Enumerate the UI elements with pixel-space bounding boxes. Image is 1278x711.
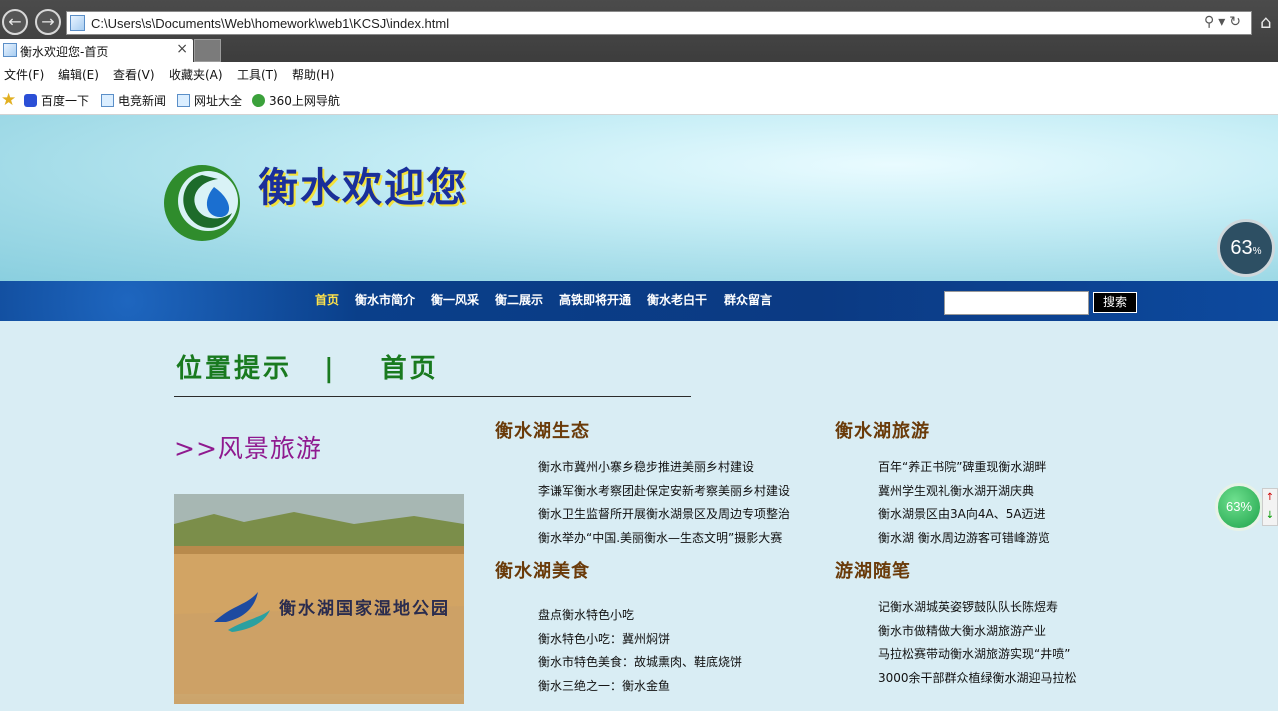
menu-file[interactable]: 文件(F) <box>4 66 44 83</box>
menu-tools[interactable]: 工具(T) <box>237 66 278 83</box>
fav-360[interactable]: 360上网导航 <box>252 92 340 109</box>
section-notes-link[interactable]: 马拉松赛带动衡水湖旅游实现“井喷” <box>878 645 1070 662</box>
section-food-link[interactable]: 衡水市特色美食：故城熏肉、鞋底烧饼 <box>538 653 742 670</box>
section-eco-link[interactable]: 衡水举办“中国.美丽衡水—生态文明”摄影大赛 <box>538 529 782 546</box>
section-food-link[interactable]: 衡水特色小吃：冀州焖饼 <box>538 630 670 647</box>
search-refresh-icons[interactable]: ⚲▾↻ <box>1204 14 1245 30</box>
menu-help[interactable]: 帮助(H) <box>292 66 334 83</box>
nav-home[interactable]: 首页 <box>315 291 339 308</box>
page-icon <box>101 94 114 107</box>
site-logo <box>164 165 240 241</box>
memory-gauge-widget[interactable]: 63% <box>1217 219 1275 277</box>
gauge-unit: % <box>1252 246 1262 257</box>
nav-school2[interactable]: 衡二展示 <box>495 291 543 308</box>
section-notes-link[interactable]: 记衡水湖城英姿锣鼓队队长陈煜寿 <box>878 598 1058 615</box>
tab-current[interactable]: 衡水欢迎您-首页 × <box>0 39 193 62</box>
favorites-bar: ★ 百度一下 电竞新闻 网址大全 360上网导航 <box>0 86 1278 115</box>
breadcrumb-separator: | <box>324 354 337 384</box>
paw-icon <box>24 94 37 107</box>
back-button[interactable]: ← <box>2 9 28 35</box>
section-eco-link[interactable]: 衡水市冀州小寨乡稳步推进美丽乡村建设 <box>538 458 754 475</box>
close-icon[interactable]: × <box>176 41 188 57</box>
section-eco-title: 衡水湖生态 <box>495 421 590 442</box>
nav-message[interactable]: 群众留言 <box>724 291 772 308</box>
menu-bar: 文件(F) 编辑(E) 查看(V) 收藏夹(A) 工具(T) 帮助(H) <box>0 62 1278 86</box>
section-travel-link[interactable]: 冀州学生观礼衡水湖开湖庆典 <box>878 482 1034 499</box>
network-arrows-icon[interactable]: ↑ ↓ <box>1262 488 1278 526</box>
page-viewport: 衡水欢迎您 首页 衡水市简介 衡一风采 衡二展示 高铁即将开通 衡水老白干 群众… <box>0 115 1278 711</box>
fav-sites[interactable]: 网址大全 <box>177 92 242 109</box>
section-travel-link[interactable]: 百年“养正书院”碑重现衡水湖畔 <box>878 458 1046 475</box>
section-food-title: 衡水湖美食 <box>495 561 590 582</box>
section-travel-link[interactable]: 衡水湖景区由3A向4A、5A迈进 <box>878 505 1046 522</box>
site-title: 衡水欢迎您 <box>258 164 468 211</box>
menu-favorites[interactable]: 收藏夹(A) <box>169 66 223 83</box>
favorites-star-icon[interactable]: ★ <box>1 90 16 110</box>
nav-school1[interactable]: 衡一风采 <box>431 291 479 308</box>
new-tab-button[interactable] <box>194 39 221 62</box>
menu-view[interactable]: 查看(V) <box>113 66 155 83</box>
360-icon <box>252 94 265 107</box>
nav-railway[interactable]: 高铁即将开通 <box>559 291 631 308</box>
nav-intro[interactable]: 衡水市简介 <box>355 291 415 308</box>
photo-sign-text: 衡水湖国家湿地公园 <box>279 599 450 619</box>
breadcrumb-label: 位置提示 <box>176 354 293 384</box>
page-icon <box>70 15 85 31</box>
section-notes-title: 游湖随笔 <box>835 561 911 582</box>
search-input[interactable] <box>944 291 1089 315</box>
forward-button[interactable]: → <box>35 9 61 35</box>
section-eco-link[interactable]: 衡水卫生监督所开展衡水湖景区及周边专项整治 <box>538 505 790 522</box>
search-button[interactable]: 搜索 <box>1093 292 1137 313</box>
section-food-link[interactable]: 衡水三绝之一：衡水金鱼 <box>538 677 670 694</box>
menu-edit[interactable]: 编辑(E) <box>58 66 99 83</box>
address-bar[interactable]: C:\Users\s\Documents\Web\homework\web1\K… <box>66 11 1252 35</box>
nav-liquor[interactable]: 衡水老白干 <box>647 291 707 308</box>
banner: 衡水欢迎您 <box>0 115 1278 281</box>
speed-ball-widget[interactable]: 63% <box>1215 483 1263 531</box>
section-notes-link[interactable]: 3000余干部群众植绿衡水湖迎马拉松 <box>878 669 1077 686</box>
browser-chrome: ← → C:\Users\s\Documents\Web\homework\we… <box>0 0 1278 62</box>
gauge-value: 63 <box>1230 237 1253 259</box>
breadcrumb-divider <box>174 396 691 397</box>
fav-esports[interactable]: 电竞新闻 <box>101 92 166 109</box>
lake-park-photo: 衡水湖国家湿地公园 <box>174 494 464 704</box>
breadcrumb: 位置提示 | 首页 <box>176 348 439 385</box>
section-notes-link[interactable]: 衡水市做精做大衡水湖旅游产业 <box>878 622 1046 639</box>
home-icon[interactable]: ⌂ <box>1260 12 1271 33</box>
page-icon <box>177 94 190 107</box>
tab-page-icon <box>3 43 17 57</box>
section-travel-link[interactable]: 衡水湖 衡水周边游客可错峰游览 <box>878 529 1050 546</box>
sidebar-title: >>风景旅游 <box>174 434 322 463</box>
section-eco-link[interactable]: 李谦军衡水考察团赴保定安新考察美丽乡村建设 <box>538 482 790 499</box>
breadcrumb-current: 首页 <box>380 354 439 384</box>
address-url[interactable]: C:\Users\s\Documents\Web\homework\web1\K… <box>91 16 449 31</box>
tab-title: 衡水欢迎您-首页 <box>20 45 109 59</box>
section-food-link[interactable]: 盘点衡水特色小吃 <box>538 606 634 623</box>
fav-baidu[interactable]: 百度一下 <box>24 92 89 109</box>
section-travel-title: 衡水湖旅游 <box>835 421 930 442</box>
